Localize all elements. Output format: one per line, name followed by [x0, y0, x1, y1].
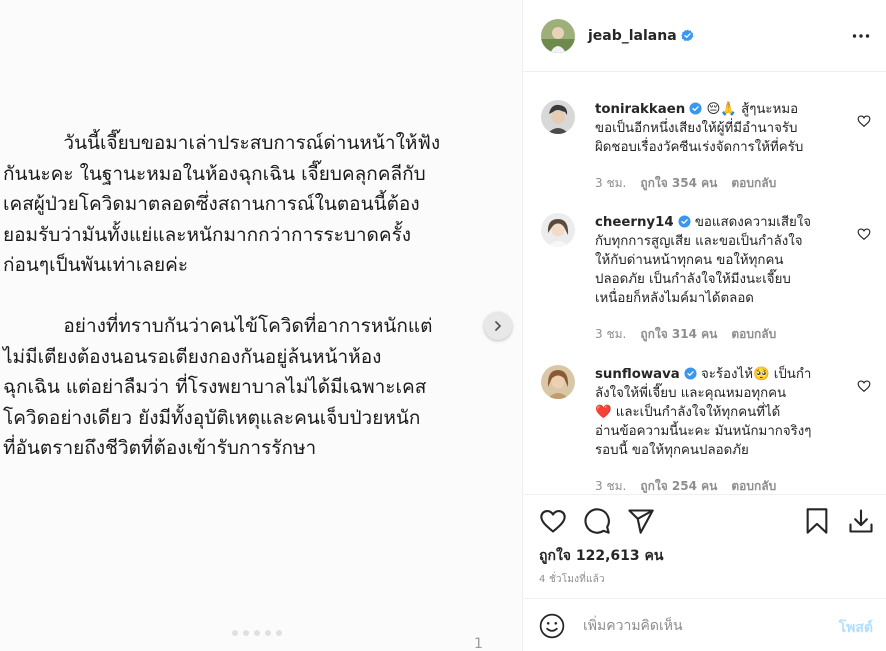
- comment-like-icon[interactable]: [857, 379, 871, 393]
- post-username[interactable]: jeab_lalana: [588, 28, 694, 44]
- avatar[interactable]: [541, 18, 575, 53]
- comment-input[interactable]: [583, 615, 813, 637]
- comment-meta: 3 ชม. ถูกใจ 314 คน ตอบกลับ: [595, 325, 776, 344]
- chevron-right-icon: [495, 321, 501, 331]
- more-horizontal-icon[interactable]: [851, 26, 871, 46]
- media-text: วันนี้เจี๊ยบขอมาเล่าประสบการณ์ด่านหน้าให…: [3, 132, 441, 459]
- comment-like-icon[interactable]: [857, 227, 871, 241]
- post-side-panel: jeab_lalana tonirakkaen 😔🙏 สู้ๆนะหมอ ขอเ…: [522, 0, 886, 651]
- reply-button[interactable]: ตอบกลับ: [731, 325, 776, 344]
- comment-likes[interactable]: ถูกใจ 254 คน: [640, 477, 717, 493]
- reply-button[interactable]: ตอบกลับ: [731, 174, 776, 193]
- verified-badge-icon: [680, 29, 694, 41]
- send-icon[interactable]: [627, 507, 655, 535]
- comment-text: tonirakkaen 😔🙏 สู้ๆนะหมอ ขอเป็นอีกหนึ่งเ…: [595, 100, 847, 157]
- reply-button[interactable]: ตอบกลับ: [731, 477, 776, 493]
- comment-username[interactable]: sunflowava: [595, 367, 680, 382]
- verified-badge-icon: [678, 215, 691, 228]
- comment-like-icon[interactable]: [857, 114, 871, 128]
- post-button[interactable]: โพสต์: [839, 617, 873, 639]
- carousel-dot: [276, 630, 282, 636]
- carousel-dots: [232, 630, 282, 636]
- comment-time[interactable]: 3 ชม.: [595, 477, 626, 493]
- comment-likes[interactable]: ถูกใจ 354 คน: [640, 174, 717, 193]
- comment-likes[interactable]: ถูกใจ 314 คน: [640, 325, 717, 344]
- next-slide-button[interactable]: [484, 312, 512, 340]
- avatar[interactable]: [541, 100, 575, 134]
- comment-text: sunflowava จะร้องไห้🥺 เป็นกำ ลังใจให้พี่…: [595, 365, 847, 460]
- avatar[interactable]: [541, 213, 575, 247]
- avatar[interactable]: [541, 365, 575, 399]
- post-likes-count[interactable]: ถูกใจ 122,613 คน: [539, 545, 663, 567]
- comment-meta: 3 ชม. ถูกใจ 254 คน ตอบกลับ: [595, 477, 776, 493]
- post-username-text[interactable]: jeab_lalana: [588, 28, 677, 44]
- carousel-dot: [265, 630, 271, 636]
- smiley-icon[interactable]: [539, 613, 565, 639]
- comment-icon[interactable]: [583, 507, 611, 535]
- heart-icon[interactable]: [539, 507, 567, 535]
- download-icon[interactable]: [847, 507, 875, 535]
- verified-badge-icon: [684, 367, 697, 380]
- comment-meta: 3 ชม. ถูกใจ 354 คน ตอบกลับ: [595, 174, 776, 193]
- post-header: jeab_lalana: [523, 0, 886, 72]
- media-page-number: 1: [474, 636, 483, 651]
- comment-text: cheerny14 ขอแสดงความเสียใจ กับทุกการสูญเ…: [595, 213, 847, 308]
- comment-username[interactable]: tonirakkaen: [595, 102, 685, 117]
- comments-list[interactable]: tonirakkaen 😔🙏 สู้ๆนะหมอ ขอเป็นอีกหนึ่งเ…: [523, 73, 886, 493]
- comment-time[interactable]: 3 ชม.: [595, 325, 626, 344]
- carousel-dot: [232, 630, 238, 636]
- add-comment-bar: โพสต์: [523, 598, 886, 651]
- comment-username[interactable]: cheerny14: [595, 215, 674, 230]
- post-media: วันนี้เจี๊ยบขอมาเล่าประสบการณ์ด่านหน้าให…: [0, 0, 522, 651]
- carousel-dot: [243, 630, 249, 636]
- post-actions: ถูกใจ 122,613 คน 4 ชั่วโมงที่แล้ว: [523, 494, 886, 598]
- comment-time[interactable]: 3 ชม.: [595, 174, 626, 193]
- verified-badge-icon: [689, 102, 702, 115]
- carousel-dot: [254, 630, 260, 636]
- bookmark-icon[interactable]: [803, 507, 831, 535]
- post-time-ago[interactable]: 4 ชั่วโมงที่แล้ว: [539, 572, 605, 587]
